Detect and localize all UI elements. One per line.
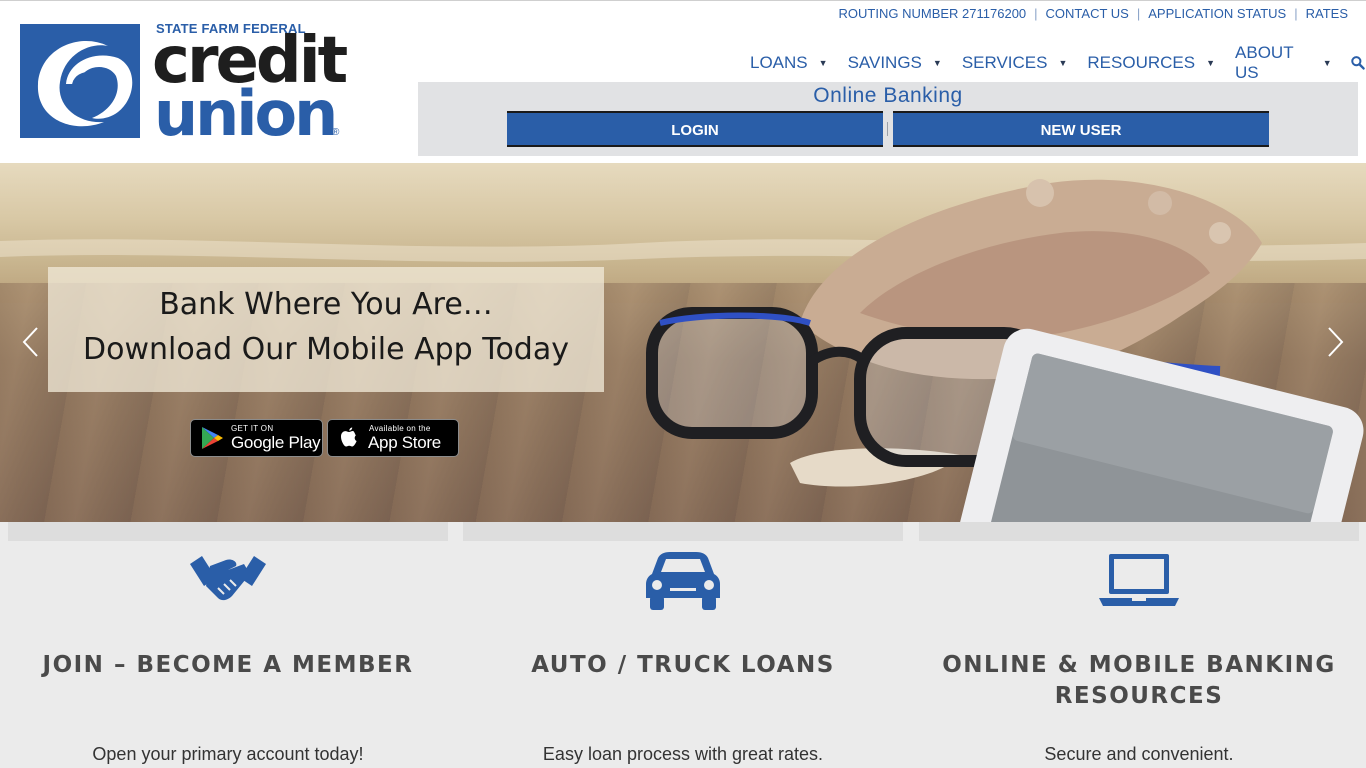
feature-description: Easy loan process with great rates. (542, 744, 824, 764)
app-store-badge[interactable]: Available on the App Store (327, 419, 459, 457)
hero-caption: Bank Where You Are… Download Our Mobile … (48, 267, 604, 392)
caret-down-icon: ▼ (1206, 58, 1216, 68)
nav-item-about-us[interactable]: ABOUT US ▼ (1225, 43, 1342, 83)
card-band (919, 522, 1359, 541)
nav-item-savings[interactable]: SAVINGS ▼ (838, 53, 952, 73)
feature-card-join[interactable]: JOIN – BECOME A MEMBER Open your primary… (8, 522, 448, 768)
application-status-link[interactable]: APPLICATION STATUS (1140, 6, 1294, 21)
laptop-icon (1099, 554, 1179, 606)
nav-item-label: RESOURCES (1087, 53, 1196, 72)
site-logo[interactable]: STATE FARM FEDERAL credit union ® (20, 21, 350, 145)
login-button[interactable]: LOGIN (507, 111, 883, 147)
online-banking-title: Online Banking (813, 84, 963, 107)
chevron-left-icon[interactable] (20, 325, 42, 359)
google-play-big-text: Google Play (231, 433, 321, 452)
hero-carousel: Bank Where You Are… Download Our Mobile … (0, 163, 1366, 522)
nav-item-loans[interactable]: LOANS ▼ (740, 53, 838, 73)
card-band (463, 522, 903, 541)
card-band (8, 522, 448, 541)
caret-down-icon: ▼ (932, 58, 942, 68)
contact-us-link[interactable]: CONTACT US (1038, 6, 1137, 21)
caret-down-icon: ▼ (818, 58, 828, 68)
hero-headline-line2: Download Our Mobile App Today (82, 332, 569, 367)
routing-number-link[interactable]: ROUTING NUMBER 271176200 (831, 6, 1035, 21)
chevron-right-icon[interactable] (1324, 325, 1346, 359)
logo-word-union: union (154, 77, 338, 150)
logo-mark-icon (20, 24, 140, 138)
logo-registered-mark: ® (332, 127, 340, 138)
utility-nav: ROUTING NUMBER 271176200 | CONTACT US | … (831, 6, 1356, 21)
nav-item-label: LOANS (750, 53, 808, 72)
site-header: STATE FARM FEDERAL credit union ® ROUTIN… (0, 0, 1366, 162)
google-play-icon (202, 427, 223, 449)
caret-down-icon: ▼ (1322, 58, 1332, 68)
page: STATE FARM FEDERAL credit union ® ROUTIN… (0, 0, 1366, 768)
app-store-big-text: App Store (368, 433, 441, 452)
search-icon[interactable] (1350, 54, 1366, 72)
online-banking-panel: Online Banking LOGIN NEW USER (418, 82, 1358, 156)
feature-description: Secure and convenient. (1044, 744, 1234, 764)
car-icon (646, 552, 720, 610)
google-play-small-text: GET IT ON (231, 424, 274, 433)
nav-item-label: ABOUT US (1235, 43, 1294, 82)
feature-heading: JOIN – BECOME A MEMBER (42, 652, 414, 678)
new-user-button[interactable]: NEW USER (893, 111, 1269, 147)
feature-description: Open your primary account today! (92, 744, 364, 764)
main-nav: LOANS ▼ SAVINGS ▼ SERVICES ▼ RESOURCES ▼… (740, 43, 1366, 83)
nav-item-label: SAVINGS (847, 53, 922, 72)
caret-down-icon: ▼ (1058, 58, 1068, 68)
button-divider (887, 122, 888, 136)
feature-heading: ONLINE & MOBILE BANKING RESOURCES (942, 652, 1336, 709)
app-store-small-text: Available on the (369, 424, 431, 433)
nav-item-resources[interactable]: RESOURCES ▼ (1077, 53, 1225, 73)
feature-heading: AUTO / TRUCK LOANS (531, 652, 835, 678)
feature-card-online-banking[interactable]: ONLINE & MOBILE BANKING RESOURCES Secure… (919, 522, 1359, 768)
google-play-badge[interactable]: GET IT ON Google Play (190, 419, 323, 457)
hero-headline-line1: Bank Where You Are… (159, 287, 493, 322)
nav-item-services[interactable]: SERVICES ▼ (952, 53, 1078, 73)
apple-icon (341, 427, 357, 447)
nav-item-label: SERVICES (961, 53, 1048, 72)
feature-cards: JOIN – BECOME A MEMBER Open your primary… (0, 522, 1366, 768)
rates-link[interactable]: RATES (1298, 6, 1356, 21)
feature-card-auto-loans[interactable]: AUTO / TRUCK LOANS Easy loan process wit… (463, 522, 903, 768)
handshake-icon (190, 556, 266, 601)
